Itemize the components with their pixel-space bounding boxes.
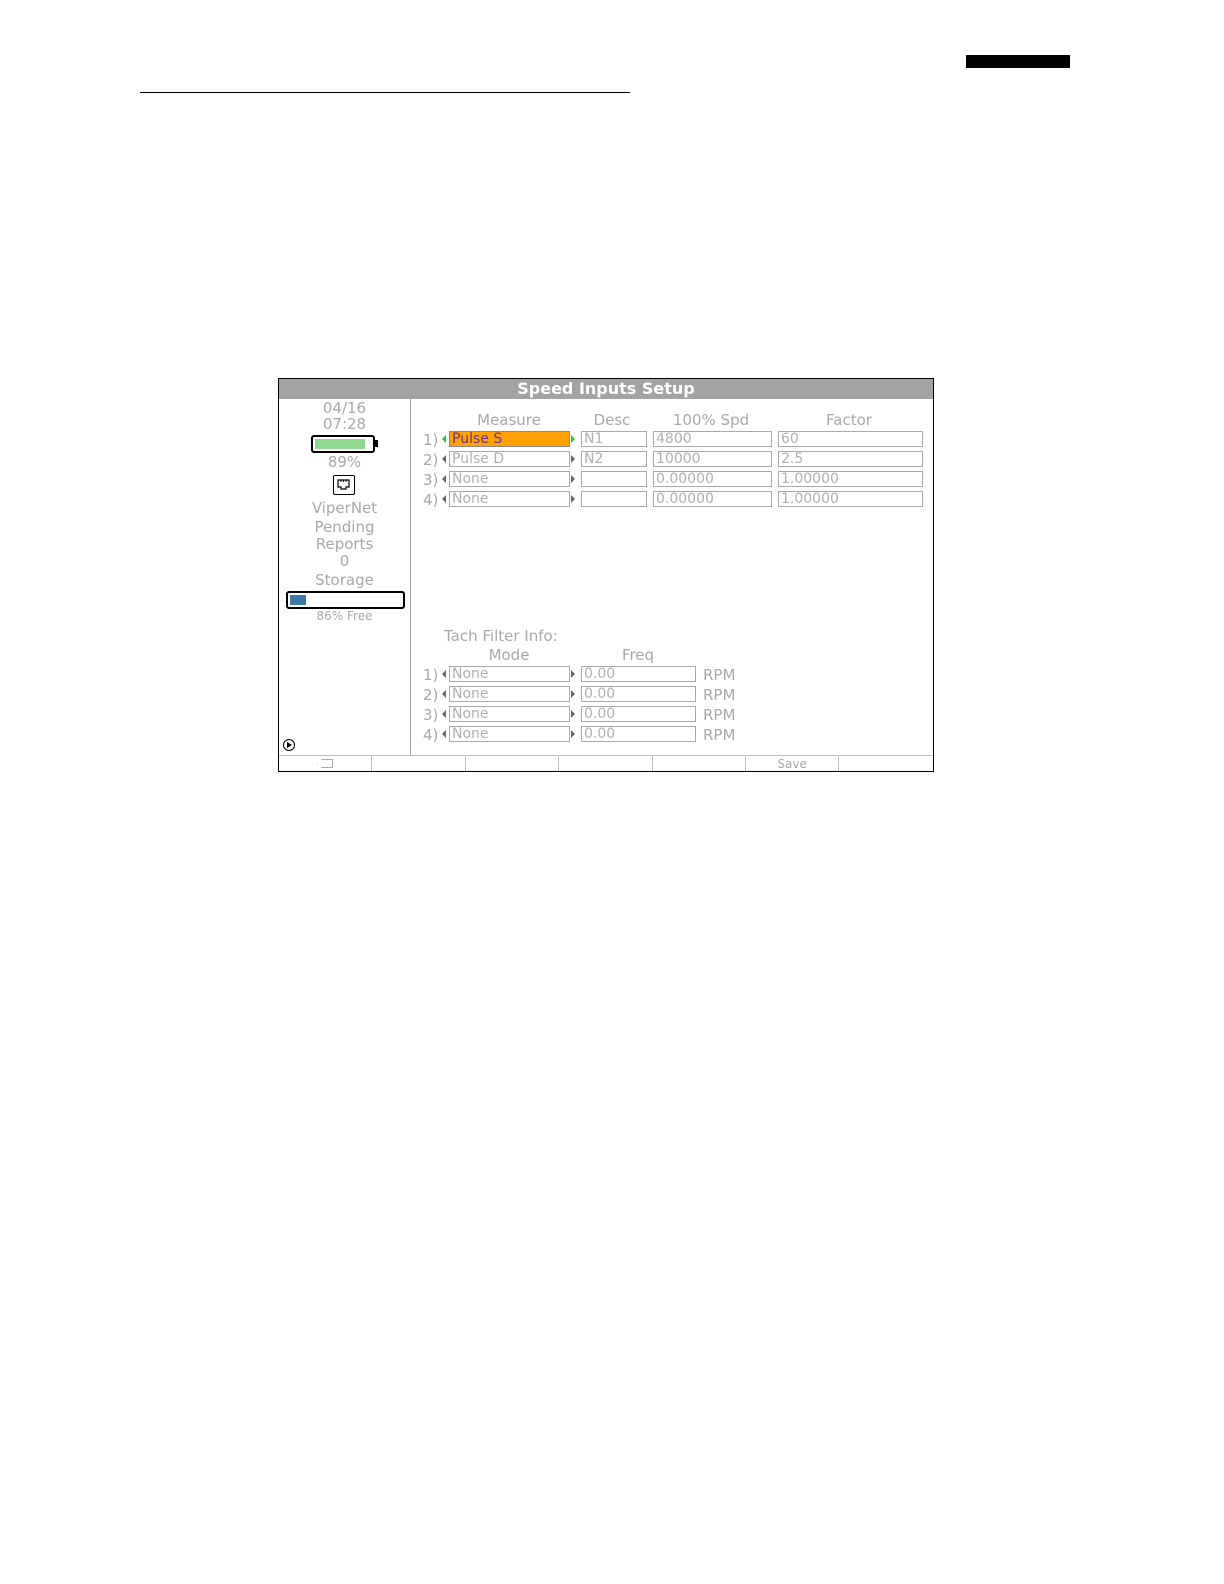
status-time: 07:28 [322, 415, 367, 433]
header-measure: Measure [477, 411, 541, 429]
pending-count: 0 [339, 552, 350, 570]
mode-1-left-arrow-icon[interactable] [442, 670, 446, 678]
softkey-4[interactable] [559, 756, 653, 771]
measure-2-right-arrow-icon[interactable] [571, 455, 575, 463]
measure-2-left-arrow-icon[interactable] [442, 455, 446, 463]
factor-2-field[interactable]: 2.5 [778, 451, 923, 467]
ethernet-port-icon [333, 475, 355, 495]
mode-4-right-arrow-icon[interactable] [571, 730, 575, 738]
freq-2-unit: RPM [703, 686, 736, 704]
factor-4-field[interactable]: 1.00000 [778, 491, 923, 507]
desc-3-field[interactable] [581, 471, 647, 487]
desc-4-field[interactable] [581, 491, 647, 507]
freq-1-unit: RPM [703, 666, 736, 684]
softkey-bar: Save [279, 755, 933, 771]
factor-1-field[interactable]: 60 [778, 431, 923, 447]
freq-4-unit: RPM [703, 726, 736, 744]
desc-1-field[interactable]: N1 [581, 431, 647, 447]
measure-3-right-arrow-icon[interactable] [571, 475, 575, 483]
measure-1-field[interactable]: Pulse S [449, 431, 570, 447]
measure-3-field[interactable]: None [449, 471, 570, 487]
header-desc: Desc [593, 411, 631, 429]
mode-2-left-arrow-icon[interactable] [442, 690, 446, 698]
backspace-icon [317, 759, 334, 768]
measure-2-field[interactable]: Pulse D [449, 451, 570, 467]
softkey-7[interactable] [839, 756, 932, 771]
freq-3-unit: RPM [703, 706, 736, 724]
mode-1-right-arrow-icon[interactable] [571, 670, 575, 678]
softkey-3[interactable] [466, 756, 560, 771]
storage-fill [290, 595, 306, 605]
measure-1-right-arrow-icon[interactable] [571, 435, 575, 443]
mode-3-right-arrow-icon[interactable] [571, 710, 575, 718]
redaction-bar [966, 55, 1070, 68]
save-button[interactable]: Save [746, 756, 840, 771]
tach-filter-label: Tach Filter Info: [444, 627, 558, 645]
mode-4-left-arrow-icon[interactable] [442, 730, 446, 738]
softkey-backspace[interactable] [279, 756, 373, 771]
battery-icon [311, 435, 375, 453]
desc-2-field[interactable]: N2 [581, 451, 647, 467]
battery-tip [375, 440, 378, 447]
header-mode: Mode [488, 646, 530, 664]
measure-4-field[interactable]: None [449, 491, 570, 507]
storage-label: Storage [315, 571, 374, 589]
network-name: ViperNet [311, 499, 378, 517]
measure-4-left-arrow-icon[interactable] [442, 495, 446, 503]
battery-fill [315, 439, 365, 449]
play-circle-icon[interactable] [283, 739, 295, 751]
spd-1-field[interactable]: 4800 [653, 431, 772, 447]
header-freq: Freq [621, 646, 655, 664]
battery-percent: 89% [327, 453, 362, 471]
factor-3-field[interactable]: 1.00000 [778, 471, 923, 487]
measure-1-left-arrow-icon[interactable] [442, 435, 446, 443]
freq-4-field[interactable]: 0.00 [581, 726, 696, 742]
mode-3-field[interactable]: None [449, 706, 570, 722]
header-spd: 100% Spd [672, 411, 750, 429]
mode-2-right-arrow-icon[interactable] [571, 690, 575, 698]
reports-label: Reports [315, 535, 374, 553]
softkey-2[interactable] [372, 756, 466, 771]
pending-label: Pending [314, 518, 375, 536]
mode-1-field[interactable]: None [449, 666, 570, 682]
mode-4-field[interactable]: None [449, 726, 570, 742]
storage-free: 86% Free [316, 609, 373, 623]
header-factor: Factor [826, 411, 872, 429]
freq-2-field[interactable]: 0.00 [581, 686, 696, 702]
measure-3-left-arrow-icon[interactable] [442, 475, 446, 483]
spd-3-field[interactable]: 0.00000 [653, 471, 772, 487]
device-screen: Speed Inputs Setup 04/16 07:28 89% Viper… [278, 378, 934, 772]
mode-2-field[interactable]: None [449, 686, 570, 702]
main-panel: Measure Desc 100% Spd Factor 1) Pulse S … [411, 399, 933, 755]
freq-3-field[interactable]: 0.00 [581, 706, 696, 722]
header-rule [140, 92, 630, 93]
measure-4-right-arrow-icon[interactable] [571, 495, 575, 503]
softkey-5[interactable] [653, 756, 746, 771]
spd-2-field[interactable]: 10000 [653, 451, 772, 467]
spd-4-field[interactable]: 0.00000 [653, 491, 772, 507]
freq-1-field[interactable]: 0.00 [581, 666, 696, 682]
screen-title: Speed Inputs Setup [279, 379, 933, 399]
mode-3-left-arrow-icon[interactable] [442, 710, 446, 718]
status-sidebar: 04/16 07:28 89% ViperNet Pending Reports… [279, 399, 411, 755]
